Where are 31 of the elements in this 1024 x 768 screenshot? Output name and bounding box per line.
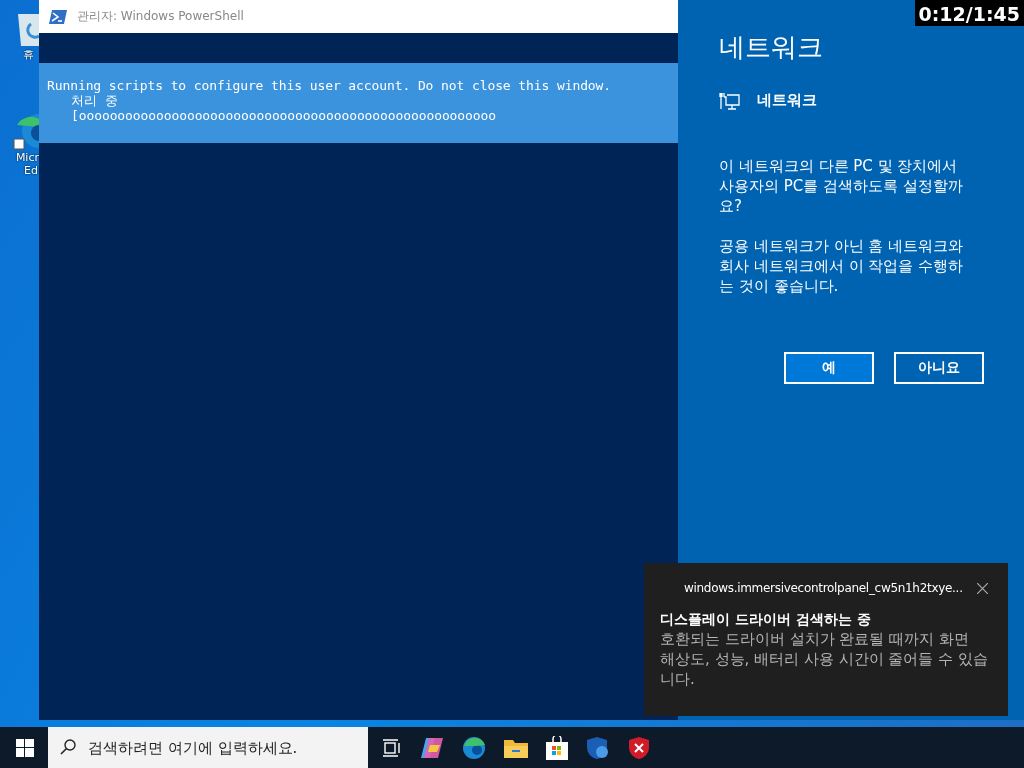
no-button[interactable]: 아니요	[894, 352, 984, 384]
store-icon[interactable]	[546, 735, 568, 760]
powershell-icon	[49, 9, 67, 24]
desktop-icon-label: Micr	[15, 151, 39, 164]
task-view-icon[interactable]	[382, 738, 402, 757]
video-timestamp: 0:12/1:45	[914, 0, 1024, 26]
browser-icon[interactable]	[462, 735, 486, 760]
desktop-icon-label: 휴	[23, 48, 34, 61]
flyout-text: 이 네트워크의 다른 PC 및 장치에서 사용자의 PC를 검색하도록 설정할까요?	[719, 156, 964, 216]
toast-title: 디스플레이 드라이버 검색하는 중	[660, 611, 872, 629]
progress-message: Running scripts to configure this user account. Do not close this window.	[47, 78, 613, 93]
flyout-text: 공용 네트워크가 아닌 홈 네트워크와 회사 네트워크에서 이 작업을 수행하는 것이 좋습니다.	[719, 236, 965, 296]
network-name: 네트워크	[757, 91, 817, 110]
yes-button[interactable]: 예	[784, 352, 874, 384]
copilot-icon[interactable]	[420, 736, 444, 759]
shield-icon[interactable]	[586, 735, 610, 760]
flyout-title: 네트워크	[719, 31, 824, 64]
progress-activity: 처리 중	[70, 93, 119, 108]
folder-icon[interactable]	[504, 737, 528, 758]
browser-icon[interactable]	[13, 111, 39, 151]
close-icon[interactable]	[977, 582, 988, 594]
start-icon[interactable]	[16, 738, 34, 757]
desktop-icon-label: Ed	[24, 164, 38, 177]
toast-app-name: windows.immersivecontrolpanel_cw5n1h2txye...	[684, 581, 963, 595]
progress-bar-text: [oooooooooooooooooooooooooooooooooooooooooooooooooooooo	[70, 108, 497, 123]
network-icon	[719, 91, 741, 110]
toast-body: 호환되는 드라이버 설치가 완료될 때까지 화면 해상도, 성능, 배터리 사용 시간이 줄어들 수 있습니다.	[660, 629, 988, 689]
search-field[interactable]: 검색하려면 여기에 입력하세요.	[48, 727, 368, 768]
search-icon	[60, 739, 76, 755]
shield-alert-icon[interactable]	[628, 735, 650, 760]
window-title: 관리자: Windows PowerShell	[77, 8, 244, 25]
